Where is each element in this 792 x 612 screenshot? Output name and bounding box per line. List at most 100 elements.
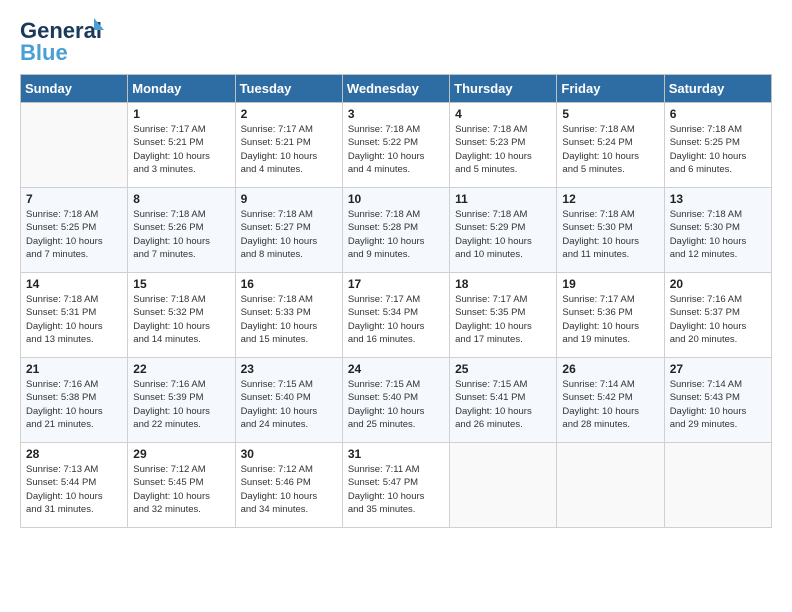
- day-number: 12: [562, 192, 658, 206]
- calendar-cell: 12 Sunrise: 7:18 AM Sunset: 5:30 PM Dayli…: [557, 188, 664, 273]
- day-info: Sunrise: 7:13 AM Sunset: 5:44 PM Dayligh…: [26, 463, 122, 516]
- day-number: 21: [26, 362, 122, 376]
- weekday-header-tuesday: Tuesday: [235, 75, 342, 103]
- day-number: 4: [455, 107, 551, 121]
- calendar-cell: 11 Sunrise: 7:18 AM Sunset: 5:29 PM Dayli…: [450, 188, 557, 273]
- day-info: Sunrise: 7:18 AM Sunset: 5:26 PM Dayligh…: [133, 208, 229, 261]
- weekday-header-friday: Friday: [557, 75, 664, 103]
- day-info: Sunrise: 7:14 AM Sunset: 5:42 PM Dayligh…: [562, 378, 658, 431]
- day-info: Sunrise: 7:18 AM Sunset: 5:25 PM Dayligh…: [670, 123, 766, 176]
- calendar-cell: [557, 443, 664, 528]
- day-number: 26: [562, 362, 658, 376]
- day-number: 24: [348, 362, 444, 376]
- day-number: 25: [455, 362, 551, 376]
- calendar-cell: 1 Sunrise: 7:17 AM Sunset: 5:21 PM Daylig…: [128, 103, 235, 188]
- weekday-header-sunday: Sunday: [21, 75, 128, 103]
- calendar-cell: [664, 443, 771, 528]
- day-info: Sunrise: 7:18 AM Sunset: 5:32 PM Dayligh…: [133, 293, 229, 346]
- calendar-cell: 20Sunrise: 7:16 AM Sunset: 5:37 PM Dayli…: [664, 273, 771, 358]
- day-number: 9: [241, 192, 337, 206]
- calendar-cell: 10Sunrise: 7:18 AM Sunset: 5:28 PM Dayli…: [342, 188, 449, 273]
- weekday-header-monday: Monday: [128, 75, 235, 103]
- calendar-cell: 14 Sunrise: 7:18 AM Sunset: 5:31 PM Dayli…: [21, 273, 128, 358]
- day-number: 7: [26, 192, 122, 206]
- day-info: Sunrise: 7:16 AM Sunset: 5:37 PM Dayligh…: [670, 293, 766, 346]
- day-info: Sunrise: 7:18 AM Sunset: 5:27 PM Dayligh…: [241, 208, 337, 261]
- day-number: 27: [670, 362, 766, 376]
- day-number: 8: [133, 192, 229, 206]
- day-info: Sunrise: 7:17 AM Sunset: 5:36 PM Dayligh…: [562, 293, 658, 346]
- calendar-cell: [450, 443, 557, 528]
- day-number: 11: [455, 192, 551, 206]
- day-number: 15: [133, 277, 229, 291]
- day-number: 5: [562, 107, 658, 121]
- calendar-cell: 15 Sunrise: 7:18 AM Sunset: 5:32 PM Dayli…: [128, 273, 235, 358]
- day-info: Sunrise: 7:18 AM Sunset: 5:31 PM Dayligh…: [26, 293, 122, 346]
- calendar-cell: 9 Sunrise: 7:18 AM Sunset: 5:27 PM Daylig…: [235, 188, 342, 273]
- calendar-cell: 13 Sunrise: 7:18 AM Sunset: 5:30 PM Dayli…: [664, 188, 771, 273]
- day-info: Sunrise: 7:18 AM Sunset: 5:30 PM Dayligh…: [670, 208, 766, 261]
- calendar-cell: 5 Sunrise: 7:18 AM Sunset: 5:24 PM Daylig…: [557, 103, 664, 188]
- calendar-cell: 22 Sunrise: 7:16 AM Sunset: 5:39 PM Dayli…: [128, 358, 235, 443]
- day-number: 2: [241, 107, 337, 121]
- calendar-cell: 16 Sunrise: 7:18 AM Sunset: 5:33 PM Dayli…: [235, 273, 342, 358]
- calendar-cell: 2 Sunrise: 7:17 AM Sunset: 5:21 PM Daylig…: [235, 103, 342, 188]
- calendar-cell: 7Sunrise: 7:18 AM Sunset: 5:25 PM Daylig…: [21, 188, 128, 273]
- logo-general: General: [20, 18, 102, 43]
- calendar-cell: 18 Sunrise: 7:17 AM Sunset: 5:35 PM Dayli…: [450, 273, 557, 358]
- day-number: 1: [133, 107, 229, 121]
- calendar-cell: 17 Sunrise: 7:17 AM Sunset: 5:34 PM Dayli…: [342, 273, 449, 358]
- calendar-cell: 23 Sunrise: 7:15 AM Sunset: 5:40 PM Dayli…: [235, 358, 342, 443]
- calendar-cell: [21, 103, 128, 188]
- day-info: Sunrise: 7:17 AM Sunset: 5:21 PM Dayligh…: [241, 123, 337, 176]
- day-number: 30: [241, 447, 337, 461]
- calendar-table: SundayMondayTuesdayWednesdayThursdayFrid…: [20, 74, 772, 528]
- day-info: Sunrise: 7:18 AM Sunset: 5:30 PM Dayligh…: [562, 208, 658, 261]
- day-info: Sunrise: 7:15 AM Sunset: 5:40 PM Dayligh…: [348, 378, 444, 431]
- day-number: 29: [133, 447, 229, 461]
- day-number: 23: [241, 362, 337, 376]
- calendar-cell: 21 Sunrise: 7:16 AM Sunset: 5:38 PM Dayli…: [21, 358, 128, 443]
- day-info: Sunrise: 7:15 AM Sunset: 5:40 PM Dayligh…: [241, 378, 337, 431]
- day-info: Sunrise: 7:14 AM Sunset: 5:43 PM Dayligh…: [670, 378, 766, 431]
- logo: General Blue: [20, 20, 102, 64]
- day-number: 22: [133, 362, 229, 376]
- calendar-cell: 27 Sunrise: 7:14 AM Sunset: 5:43 PM Dayli…: [664, 358, 771, 443]
- calendar-cell: 25 Sunrise: 7:15 AM Sunset: 5:41 PM Dayli…: [450, 358, 557, 443]
- day-info: Sunrise: 7:15 AM Sunset: 5:41 PM Dayligh…: [455, 378, 551, 431]
- day-info: Sunrise: 7:16 AM Sunset: 5:39 PM Dayligh…: [133, 378, 229, 431]
- day-number: 31: [348, 447, 444, 461]
- calendar-cell: 28 Sunrise: 7:13 AM Sunset: 5:44 PM Dayli…: [21, 443, 128, 528]
- calendar-cell: 30 Sunrise: 7:12 AM Sunset: 5:46 PM Dayli…: [235, 443, 342, 528]
- logo-blue: Blue: [20, 42, 68, 64]
- weekday-header-thursday: Thursday: [450, 75, 557, 103]
- day-number: 19: [562, 277, 658, 291]
- calendar-cell: 19 Sunrise: 7:17 AM Sunset: 5:36 PM Dayli…: [557, 273, 664, 358]
- weekday-header-wednesday: Wednesday: [342, 75, 449, 103]
- day-info: Sunrise: 7:18 AM Sunset: 5:33 PM Dayligh…: [241, 293, 337, 346]
- calendar-cell: 31 Sunrise: 7:11 AM Sunset: 5:47 PM Dayli…: [342, 443, 449, 528]
- day-info: Sunrise: 7:18 AM Sunset: 5:23 PM Dayligh…: [455, 123, 551, 176]
- day-info: Sunrise: 7:16 AM Sunset: 5:38 PM Dayligh…: [26, 378, 122, 431]
- day-number: 14: [26, 277, 122, 291]
- day-info: Sunrise: 7:17 AM Sunset: 5:21 PM Dayligh…: [133, 123, 229, 176]
- day-number: 16: [241, 277, 337, 291]
- day-number: 13: [670, 192, 766, 206]
- calendar-cell: 24 Sunrise: 7:15 AM Sunset: 5:40 PM Dayli…: [342, 358, 449, 443]
- page-header: General Blue: [20, 20, 772, 64]
- day-number: 10: [348, 192, 444, 206]
- day-info: Sunrise: 7:18 AM Sunset: 5:29 PM Dayligh…: [455, 208, 551, 261]
- day-info: Sunrise: 7:12 AM Sunset: 5:45 PM Dayligh…: [133, 463, 229, 516]
- calendar-cell: 29 Sunrise: 7:12 AM Sunset: 5:45 PM Dayli…: [128, 443, 235, 528]
- day-number: 17: [348, 277, 444, 291]
- weekday-header-saturday: Saturday: [664, 75, 771, 103]
- day-info: Sunrise: 7:18 AM Sunset: 5:24 PM Dayligh…: [562, 123, 658, 176]
- day-info: Sunrise: 7:18 AM Sunset: 5:22 PM Dayligh…: [348, 123, 444, 176]
- calendar-cell: 4 Sunrise: 7:18 AM Sunset: 5:23 PM Daylig…: [450, 103, 557, 188]
- day-info: Sunrise: 7:17 AM Sunset: 5:34 PM Dayligh…: [348, 293, 444, 346]
- day-number: 28: [26, 447, 122, 461]
- day-info: Sunrise: 7:17 AM Sunset: 5:35 PM Dayligh…: [455, 293, 551, 346]
- day-info: Sunrise: 7:11 AM Sunset: 5:47 PM Dayligh…: [348, 463, 444, 516]
- day-number: 18: [455, 277, 551, 291]
- day-info: Sunrise: 7:12 AM Sunset: 5:46 PM Dayligh…: [241, 463, 337, 516]
